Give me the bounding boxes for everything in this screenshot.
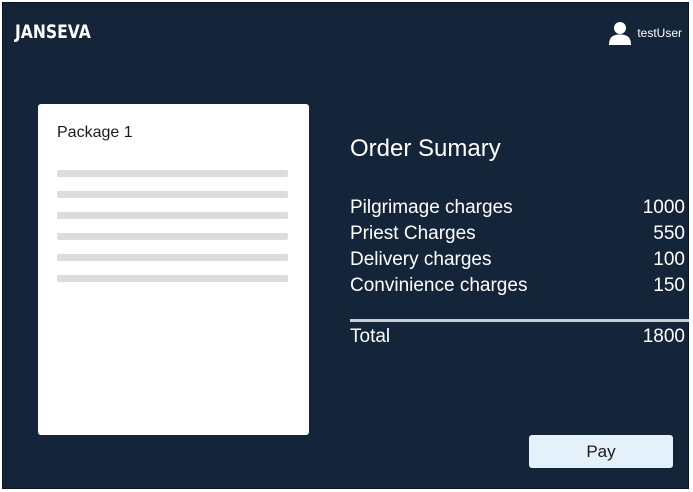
summary-value: 100 (653, 249, 685, 270)
summary-label: Delivery charges (350, 249, 492, 270)
order-summary-title: Order Sumary (350, 135, 501, 162)
summary-divider (350, 319, 689, 322)
summary-value: 150 (653, 275, 685, 296)
summary-row-convenience: Convinience charges 150 (350, 275, 685, 297)
summary-total-row: Total 1800 (350, 326, 685, 348)
summary-label: Priest Charges (350, 223, 476, 244)
placeholder-line (57, 191, 288, 198)
package-card[interactable]: Package 1 (38, 104, 309, 435)
summary-value: 550 (653, 223, 685, 244)
placeholder-line (57, 275, 288, 282)
brand-logo: JANSEVA (15, 21, 91, 43)
summary-label: Convinience charges (350, 275, 528, 296)
summary-row-priest: Priest Charges 550 (350, 223, 685, 245)
app-frame: JANSEVA testUser Package 1 Order Sumary … (2, 2, 689, 489)
summary-value: 1000 (642, 197, 685, 218)
placeholder-line (57, 170, 288, 177)
summary-row-pilgrimage: Pilgrimage charges 1000 (350, 197, 685, 219)
total-value: 1800 (642, 326, 685, 347)
pay-button[interactable]: Pay (529, 435, 673, 468)
user-name: testUser (637, 26, 682, 40)
placeholder-line (57, 212, 288, 219)
package-title: Package 1 (57, 124, 133, 141)
placeholder-line (57, 233, 288, 240)
placeholder-line (57, 254, 288, 261)
user-menu[interactable]: testUser (609, 21, 682, 45)
summary-row-delivery: Delivery charges 100 (350, 249, 685, 271)
user-icon (609, 22, 632, 45)
summary-label: Pilgrimage charges (350, 197, 513, 218)
total-label: Total (350, 326, 391, 347)
